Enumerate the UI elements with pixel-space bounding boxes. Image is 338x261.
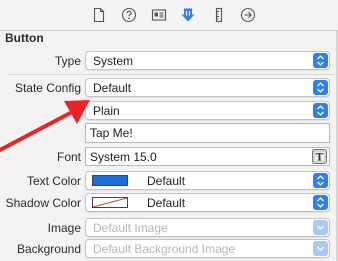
shadow-color-swatch (92, 197, 128, 208)
title-style-value: Plain (93, 104, 120, 118)
state-config-popup[interactable]: Default (85, 78, 330, 97)
type-popup[interactable]: System (85, 51, 330, 70)
quick-help-icon[interactable] (121, 7, 137, 23)
chevron-down-icon[interactable] (313, 241, 328, 256)
up-down-chevron-icon (313, 80, 328, 95)
type-label: Type (54, 54, 81, 68)
title-text-field[interactable]: Tap Me! (85, 123, 330, 143)
state-config-label: State Config (14, 81, 81, 95)
chevron-down-icon[interactable] (313, 220, 328, 235)
text-color-label: Text Color (26, 174, 81, 188)
up-down-chevron-icon (313, 103, 328, 118)
section-title: Button (5, 31, 44, 45)
inspector-toolbar (0, 0, 338, 31)
up-down-chevron-icon (313, 195, 328, 210)
font-field[interactable]: System 15.0 T (85, 147, 330, 166)
size-inspector-icon[interactable] (211, 7, 227, 23)
file-inspector-icon[interactable] (91, 7, 107, 23)
font-picker-glyph: T (316, 152, 324, 163)
text-color-swatch (92, 175, 128, 186)
state-config-value: Default (93, 81, 132, 95)
text-color-value: Default (147, 174, 186, 188)
title-style-popup[interactable]: Plain (85, 101, 330, 120)
background-combo[interactable]: Default Background Image (85, 239, 330, 258)
shadow-color-value: Default (147, 196, 186, 210)
type-value: System (93, 54, 134, 68)
font-label: Font (56, 150, 81, 164)
toolbar-divider (0, 30, 338, 31)
identity-inspector-icon[interactable] (151, 7, 167, 23)
image-label: Image (47, 221, 81, 235)
background-label: Background (16, 242, 81, 256)
shadow-color-popup[interactable]: Default (85, 193, 330, 212)
up-down-chevron-icon (313, 53, 328, 68)
row-divider (8, 74, 338, 75)
connections-inspector-icon[interactable] (240, 7, 256, 23)
font-value: System 15.0 (90, 150, 157, 164)
image-placeholder: Default Image (93, 221, 168, 235)
shadow-color-label: Shadow Color (5, 196, 81, 210)
text-color-popup[interactable]: Default (85, 171, 330, 190)
title-text-value: Tap Me! (90, 126, 133, 140)
background-placeholder: Default Background Image (93, 242, 236, 256)
up-down-chevron-icon (313, 173, 328, 188)
attributes-inspector-icon[interactable] (180, 7, 196, 23)
image-combo[interactable]: Default Image (85, 218, 330, 237)
font-picker-button[interactable]: T (312, 149, 327, 164)
